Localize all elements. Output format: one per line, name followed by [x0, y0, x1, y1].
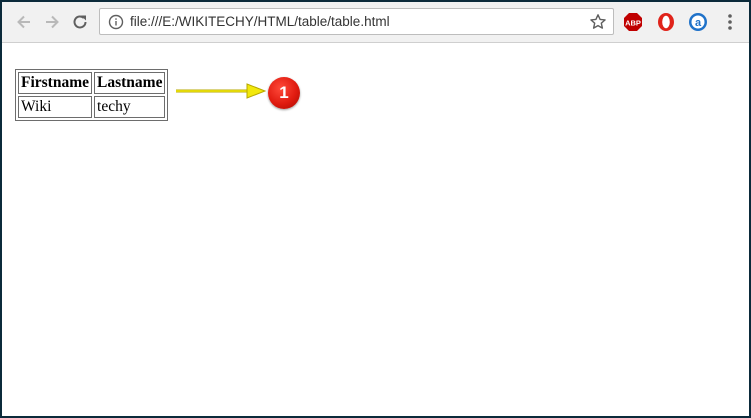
table-header-row: Firstname Lastname: [18, 72, 166, 94]
info-icon[interactable]: [108, 14, 124, 30]
url-text[interactable]: file:///E:/WIKITECHY/HTML/table/table.ht…: [130, 14, 390, 29]
menu-kebab-icon[interactable]: [720, 12, 740, 32]
browser-window: file:///E:/WIKITECHY/HTML/table/table.ht…: [0, 0, 751, 418]
reload-icon: [73, 15, 87, 29]
header-lastname: Lastname: [94, 72, 166, 94]
cell-firstname: Wiki: [18, 96, 93, 118]
annotation-badge: 1: [268, 77, 300, 109]
cell-lastname: techy: [94, 96, 166, 118]
opera-addon-icon[interactable]: [656, 12, 676, 32]
svg-text:a: a: [695, 17, 702, 29]
back-button[interactable]: [12, 10, 36, 34]
bookmark-star-icon[interactable]: [589, 13, 607, 31]
svg-text:ABP: ABP: [625, 18, 641, 27]
page-content: Firstname Lastname Wiki techy 1: [2, 43, 749, 416]
annotation-arrow: [176, 83, 267, 99]
header-firstname: Firstname: [18, 72, 93, 94]
amazon-assistant-icon[interactable]: a: [688, 12, 708, 32]
name-table: Firstname Lastname Wiki techy: [15, 69, 169, 121]
adblock-plus-icon[interactable]: ABP: [623, 12, 643, 32]
forward-button[interactable]: [40, 10, 64, 34]
browser-toolbar: file:///E:/WIKITECHY/HTML/table/table.ht…: [2, 2, 749, 43]
back-arrow-icon: [17, 15, 30, 29]
reload-button[interactable]: [68, 10, 92, 34]
forward-arrow-icon: [46, 15, 59, 29]
address-bar[interactable]: file:///E:/WIKITECHY/HTML/table/table.ht…: [99, 8, 614, 35]
table-row: Wiki techy: [18, 96, 166, 118]
